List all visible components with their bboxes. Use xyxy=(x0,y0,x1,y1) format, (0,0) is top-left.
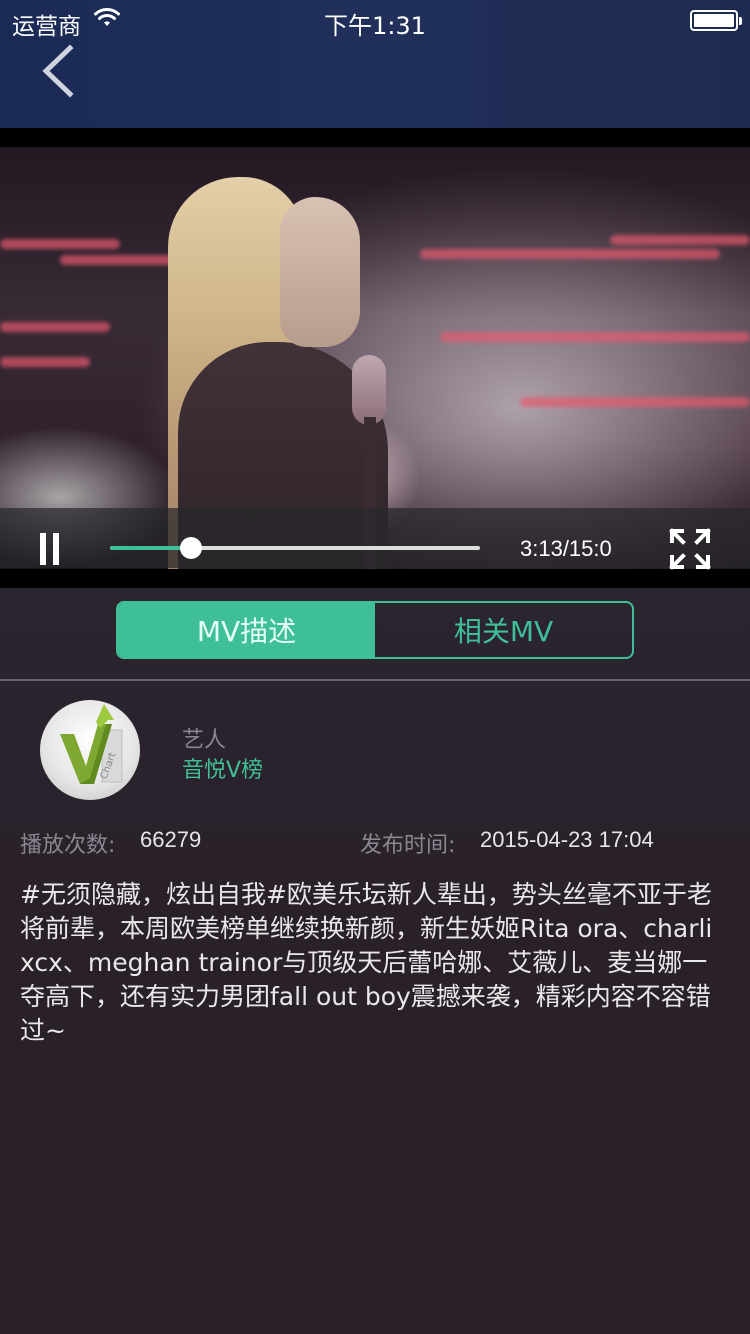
player-controls: 3:13/15:0 xyxy=(0,508,750,571)
stage-light-stripe xyxy=(0,357,90,367)
artist-avatar[interactable]: Chart xyxy=(40,700,140,800)
battery-icon xyxy=(690,10,742,31)
singer-face xyxy=(280,197,360,347)
mv-description-text: #无须隐藏，炫出自我#欧美乐坛新人辈出，势头丝毫不亚于老将前辈，本周欧美榜单继续… xyxy=(20,880,713,1045)
release-label: 发布时间: xyxy=(360,833,456,858)
stage-light-stripe xyxy=(420,249,720,259)
artist-name[interactable]: 音悦V榜 xyxy=(182,752,263,784)
progress-fill xyxy=(110,546,192,550)
section-divider xyxy=(0,679,750,681)
stage-light-stripe xyxy=(0,239,120,249)
plays-label: 播放次数: xyxy=(20,833,116,858)
tab-mv-description[interactable]: MV描述 xyxy=(118,603,375,657)
progress-thumb[interactable] xyxy=(180,537,203,559)
stage-light-stripe xyxy=(610,235,750,245)
status-bar: 运营商 下午1:31 xyxy=(0,0,750,40)
status-time: 下午1:31 xyxy=(324,12,426,40)
stage-light-stripe xyxy=(0,322,110,332)
vchart-logo-icon: Chart xyxy=(60,704,123,784)
progress-slider[interactable] xyxy=(110,537,480,559)
tab-related-mv[interactable]: 相关MV xyxy=(375,603,632,657)
release-value: 2015-04-23 17:04 xyxy=(480,827,654,852)
time-readout: 3:13/15:0 xyxy=(520,536,612,561)
microphone xyxy=(352,355,386,425)
artist-label: 艺人 xyxy=(182,728,227,753)
segmented-tabs: MV描述 相关MV xyxy=(116,601,634,659)
plays-value: 66279 xyxy=(140,827,202,852)
fullscreen-icon xyxy=(669,528,711,570)
pause-icon xyxy=(40,533,46,565)
video-frame[interactable] xyxy=(0,147,750,569)
stage-light-stripe xyxy=(520,397,750,407)
fullscreen-button[interactable] xyxy=(668,527,712,571)
pause-button[interactable] xyxy=(38,533,62,565)
chevron-left-icon xyxy=(42,44,74,98)
stage-light-stripe xyxy=(440,332,750,342)
back-button[interactable] xyxy=(36,44,86,100)
